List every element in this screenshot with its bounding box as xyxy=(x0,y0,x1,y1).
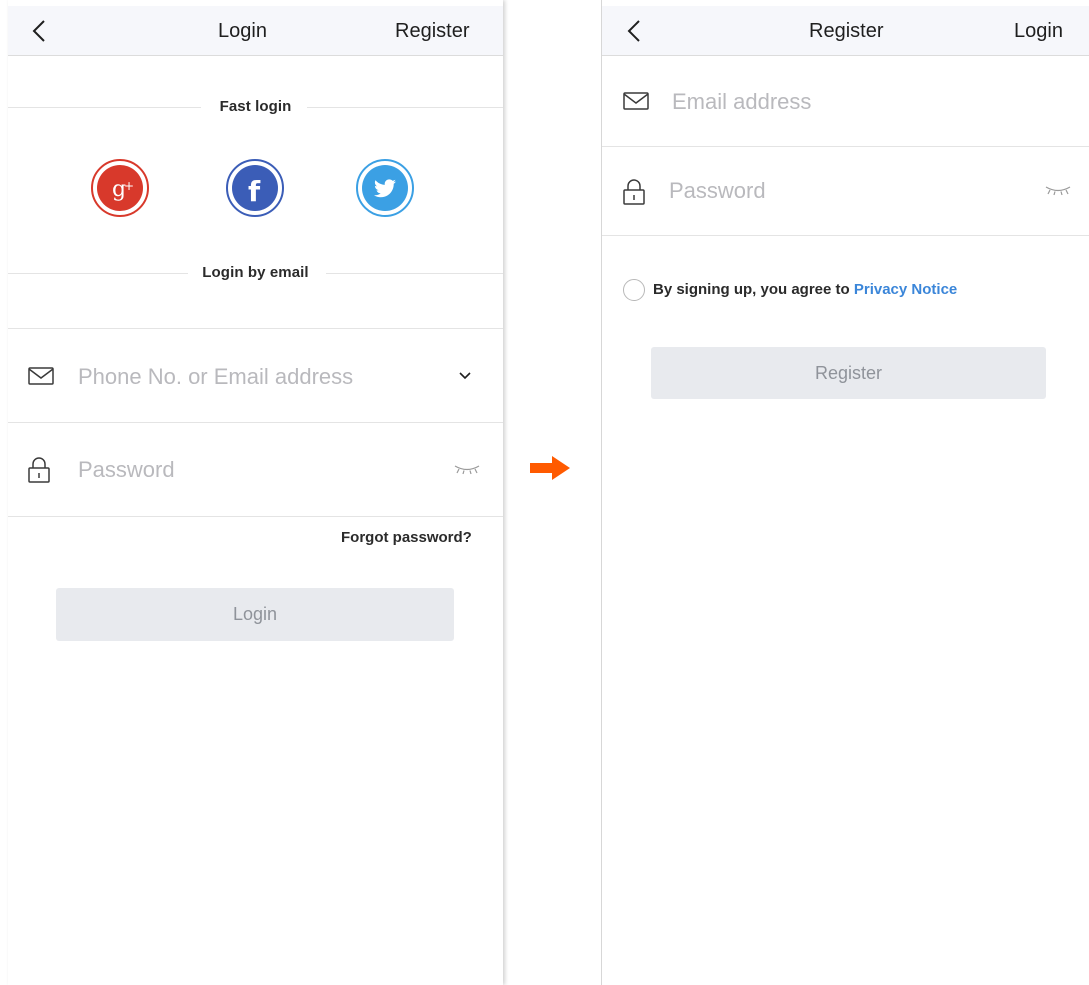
facebook-icon: f xyxy=(226,159,284,217)
eye-closed-icon[interactable] xyxy=(453,463,481,475)
page-title: Register xyxy=(809,20,884,42)
google-plus-button[interactable]: g + xyxy=(90,158,150,218)
google-plus-icon: g + xyxy=(91,159,149,217)
forgot-password-link[interactable]: Forgot password? xyxy=(341,529,472,546)
agreement-text: By signing up, you agree to Privacy Noti… xyxy=(653,281,957,298)
transition-arrow-icon xyxy=(530,456,570,480)
privacy-notice-link[interactable]: Privacy Notice xyxy=(854,281,957,298)
svg-text:f: f xyxy=(248,175,261,208)
fast-login-label: Fast login xyxy=(219,98,292,115)
divider xyxy=(8,516,503,517)
account-field[interactable]: Phone No. or Email address xyxy=(8,329,503,422)
password-input[interactable]: Password xyxy=(669,178,766,204)
register-nav-link[interactable]: Register xyxy=(395,20,469,43)
twitter-button[interactable] xyxy=(355,158,415,218)
eye-closed-icon[interactable] xyxy=(1044,184,1072,196)
register-screen: Register Login Email address Password By… xyxy=(601,0,1089,985)
login-nav-link[interactable]: Login xyxy=(1014,20,1063,43)
login-nav-bar: Login Register xyxy=(8,6,503,56)
email-field[interactable]: Email address xyxy=(602,57,1089,146)
back-arrow-icon[interactable] xyxy=(30,19,50,43)
login-button[interactable]: Login xyxy=(56,588,454,641)
lock-icon xyxy=(28,457,50,483)
svg-text:+: + xyxy=(124,179,134,193)
login-screen: Login Register Fast login g + f Login by… xyxy=(8,0,503,985)
register-nav-bar: Register Login xyxy=(602,6,1089,56)
email-login-divider: Login by email xyxy=(8,262,503,284)
facebook-button[interactable]: f xyxy=(225,158,285,218)
email-login-label: Login by email xyxy=(202,264,309,281)
agreement-prefix: By signing up, you agree to xyxy=(653,281,854,298)
account-input[interactable]: Phone No. or Email address xyxy=(78,364,353,390)
twitter-icon xyxy=(356,159,414,217)
back-arrow-icon[interactable] xyxy=(625,19,645,43)
lock-icon xyxy=(623,179,645,205)
password-field[interactable]: Password xyxy=(602,147,1089,235)
agree-radio[interactable] xyxy=(623,279,645,301)
register-button[interactable]: Register xyxy=(651,347,1046,399)
divider xyxy=(602,235,1089,236)
password-input[interactable]: Password xyxy=(78,457,175,483)
password-field[interactable]: Password xyxy=(8,423,503,516)
email-input[interactable]: Email address xyxy=(672,89,811,115)
mail-icon xyxy=(623,92,649,110)
fast-login-divider: Fast login xyxy=(8,96,503,118)
mail-icon xyxy=(28,367,54,385)
chevron-down-icon[interactable] xyxy=(458,371,472,381)
page-title: Login xyxy=(218,20,267,42)
